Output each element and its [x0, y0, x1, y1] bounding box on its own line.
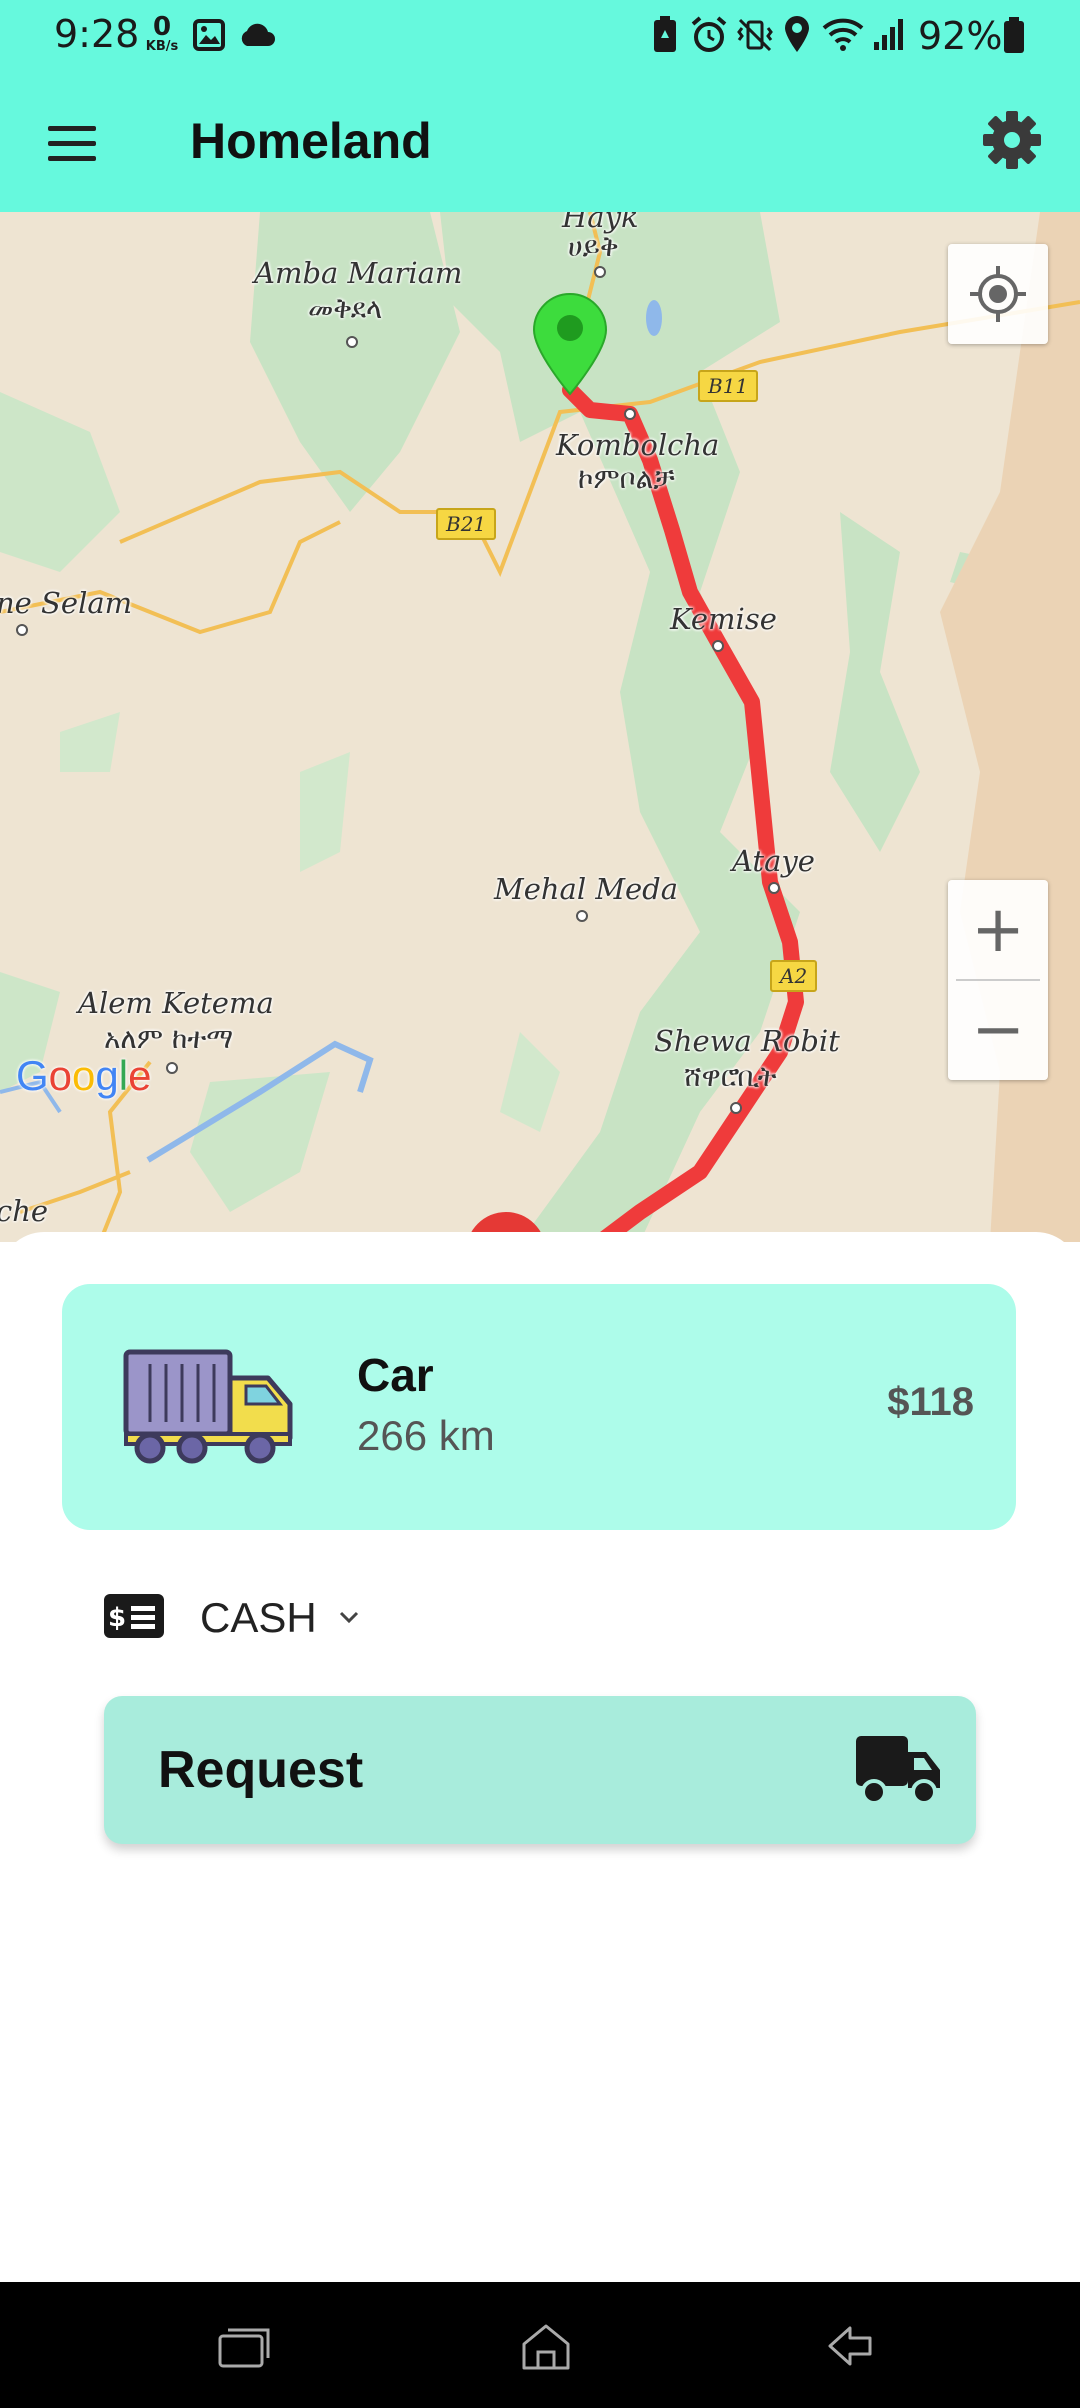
- vibrate-off-icon: [737, 18, 773, 52]
- location-icon: [785, 16, 809, 52]
- home-icon[interactable]: [518, 2322, 574, 2370]
- map-label-amba-mariam: Amba Mariam: [254, 256, 463, 290]
- map-label-mehal-meda: Mehal Meda: [494, 872, 679, 906]
- network-speed-unit: KB/s: [145, 39, 179, 54]
- map-label-shewa-robit-am: ሸዋሮቢት: [684, 1060, 777, 1093]
- trip-distance: 266 km: [357, 1412, 495, 1459]
- map-label-che: che: [0, 1194, 49, 1228]
- signal-icon: [874, 19, 903, 50]
- chevron-down-icon: [339, 1611, 359, 1624]
- zoom-out-button[interactable]: −: [948, 980, 1048, 1080]
- status-time: 9:28: [54, 12, 140, 56]
- gear-icon[interactable]: [980, 108, 1044, 172]
- request-button[interactable]: Request: [104, 1696, 976, 1844]
- my-location-button[interactable]: [948, 244, 1048, 344]
- trip-price: $118: [887, 1380, 974, 1424]
- booking-sheet: Car 266 km $118 $ CASH Request: [0, 1232, 1080, 2282]
- payment-method-label: CASH: [200, 1594, 317, 1641]
- image-icon: [193, 19, 225, 51]
- route-map[interactable]: Hayk ሀይቅ Amba Mariam መቅደላ Kombolcha ኮምቦል…: [0, 212, 1080, 1242]
- payment-method-dropdown[interactable]: $ CASH: [104, 1582, 404, 1652]
- crosshair-icon: [970, 266, 1026, 322]
- map-label-amba-mariam-am: መቅደላ: [308, 292, 383, 325]
- back-icon[interactable]: [822, 2322, 878, 2370]
- battery-saver-icon: [654, 16, 676, 52]
- vehicle-name: Car: [357, 1349, 434, 1401]
- road-shield-b21: B21: [436, 508, 497, 540]
- map-label-alem-ketema-am: አለም ከተማ: [104, 1022, 234, 1055]
- alarm-icon: [691, 16, 727, 52]
- battery-icon: [1004, 17, 1024, 53]
- road-shield-a2: A2: [770, 960, 818, 992]
- vehicle-option-card[interactable]: Car 266 km $118: [62, 1284, 1016, 1530]
- wifi-icon: [822, 18, 864, 51]
- app-bar: Homeland: [0, 72, 1080, 212]
- map-label-shewa-robit: Shewa Robit: [654, 1024, 840, 1058]
- map-label-hayk-am: ሀይቅ: [568, 230, 619, 263]
- battery-percent: 92%: [918, 14, 1003, 58]
- map-label-kombolcha-am: ኮምቦልቻ: [578, 462, 675, 495]
- delivery-truck-icon: [856, 1736, 940, 1805]
- network-speed: 0 KB/s: [142, 14, 182, 53]
- system-nav-bar: [0, 2282, 1080, 2408]
- page-title: Homeland: [190, 113, 432, 169]
- map-label-kemise: Kemise: [670, 602, 777, 636]
- zoom-in-button[interactable]: +: [948, 880, 1048, 980]
- map-label-kombolcha: Kombolcha: [556, 428, 720, 462]
- menu-icon[interactable]: [42, 114, 102, 174]
- map-label-ataye: Ataye: [732, 844, 815, 878]
- road-shield-b11: B11: [698, 370, 759, 402]
- map-label-selam: ne Selam: [0, 586, 133, 620]
- truck-icon: [123, 1349, 293, 1464]
- google-attribution: Google: [16, 1052, 152, 1099]
- svg-text:$: $: [108, 1603, 126, 1633]
- status-bar: 9:28 0 KB/s 92%: [0, 0, 1080, 72]
- map-label-alem-ketema: Alem Ketema: [78, 986, 274, 1020]
- cloud-icon: [241, 23, 275, 46]
- cash-icon: $: [104, 1594, 164, 1638]
- request-button-label: Request: [158, 1741, 364, 1799]
- recent-apps-icon[interactable]: [216, 2322, 272, 2370]
- origin-marker-icon[interactable]: [530, 290, 610, 400]
- network-speed-value: 0: [152, 12, 172, 42]
- zoom-controls: + −: [948, 880, 1048, 1080]
